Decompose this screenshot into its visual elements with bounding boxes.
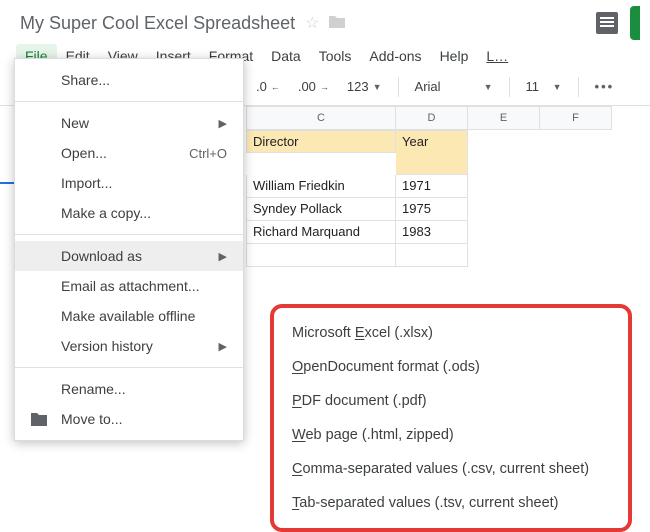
spreadsheet-grid[interactable]: C D E F Director Year William Friedkin 1… bbox=[246, 106, 650, 267]
download-ods[interactable]: OpenDocument format (.ods) bbox=[284, 350, 618, 384]
menu-item-open[interactable]: Open...Ctrl+O bbox=[15, 138, 243, 168]
download-tsv[interactable]: Tab-separated values (.tsv, current shee… bbox=[284, 486, 618, 520]
decrease-decimals[interactable]: .0← bbox=[250, 76, 286, 97]
menu-last-edit[interactable]: L… bbox=[477, 44, 517, 68]
star-icon[interactable]: ☆ bbox=[305, 13, 319, 33]
font-select[interactable]: Arial▼ bbox=[409, 76, 499, 97]
download-web[interactable]: Web page (.html, zipped) bbox=[284, 418, 618, 452]
cell[interactable]: 1983 bbox=[396, 221, 468, 244]
cell[interactable] bbox=[396, 244, 468, 267]
download-pdf[interactable]: PDF document (.pdf) bbox=[284, 384, 618, 418]
doc-title[interactable]: My Super Cool Excel Spreadsheet bbox=[20, 13, 295, 34]
download-csv[interactable]: Comma-separated values (.csv, current sh… bbox=[284, 452, 618, 486]
download-xlsx[interactable]: Microsoft Excel (.xlsx) bbox=[284, 316, 618, 350]
header-cell[interactable]: Director bbox=[246, 130, 396, 153]
cell[interactable]: Richard Marquand bbox=[246, 221, 396, 244]
cell[interactable]: William Friedkin bbox=[246, 175, 396, 198]
menu-item-offline[interactable]: Make available offline bbox=[15, 301, 243, 331]
menu-item-import[interactable]: Import... bbox=[15, 168, 243, 198]
menu-help[interactable]: Help bbox=[431, 44, 478, 68]
row-selection-indicator bbox=[0, 182, 14, 184]
menu-tools[interactable]: Tools bbox=[310, 44, 361, 68]
increase-decimals[interactable]: .00→ bbox=[292, 76, 335, 97]
col-header-d[interactable]: D bbox=[396, 106, 468, 130]
chevron-right-icon: ▶ bbox=[219, 340, 227, 353]
cell[interactable] bbox=[246, 244, 396, 267]
folder-icon[interactable] bbox=[328, 13, 346, 34]
menu-item-download-as[interactable]: Download as▶ bbox=[15, 241, 243, 271]
file-menu-dropdown: Share... New▶ Open...Ctrl+O Import... Ma… bbox=[14, 58, 244, 441]
cell[interactable]: Syndey Pollack bbox=[246, 198, 396, 221]
menu-item-move-to[interactable]: Move to... bbox=[15, 404, 243, 434]
menu-item-email-attachment[interactable]: Email as attachment... bbox=[15, 271, 243, 301]
menu-addons[interactable]: Add-ons bbox=[360, 44, 430, 68]
col-header-e[interactable]: E bbox=[468, 106, 540, 130]
download-as-submenu: Microsoft Excel (.xlsx) OpenDocument for… bbox=[270, 304, 632, 532]
menu-item-make-copy[interactable]: Make a copy... bbox=[15, 198, 243, 228]
shortcut-label: Ctrl+O bbox=[189, 146, 227, 161]
menu-item-new[interactable]: New▶ bbox=[15, 108, 243, 138]
chevron-right-icon: ▶ bbox=[219, 250, 227, 263]
menu-item-share[interactable]: Share... bbox=[15, 65, 243, 95]
comments-icon[interactable] bbox=[596, 12, 618, 34]
font-size[interactable]: 11▼ bbox=[520, 76, 568, 97]
toolbar-overflow[interactable]: ••• bbox=[589, 76, 621, 97]
cell[interactable]: 1975 bbox=[396, 198, 468, 221]
cell[interactable]: 1971 bbox=[396, 175, 468, 198]
folder-icon bbox=[29, 413, 49, 426]
chevron-right-icon: ▶ bbox=[219, 117, 227, 130]
menu-item-version-history[interactable]: Version history▶ bbox=[15, 331, 243, 361]
col-header-f[interactable]: F bbox=[540, 106, 612, 130]
header-cell[interactable]: Year bbox=[396, 130, 468, 175]
col-header-c[interactable]: C bbox=[246, 106, 396, 130]
menu-data[interactable]: Data bbox=[262, 44, 310, 68]
menu-item-rename[interactable]: Rename... bbox=[15, 374, 243, 404]
number-format[interactable]: 123▼ bbox=[341, 76, 388, 97]
share-button[interactable] bbox=[630, 6, 640, 40]
